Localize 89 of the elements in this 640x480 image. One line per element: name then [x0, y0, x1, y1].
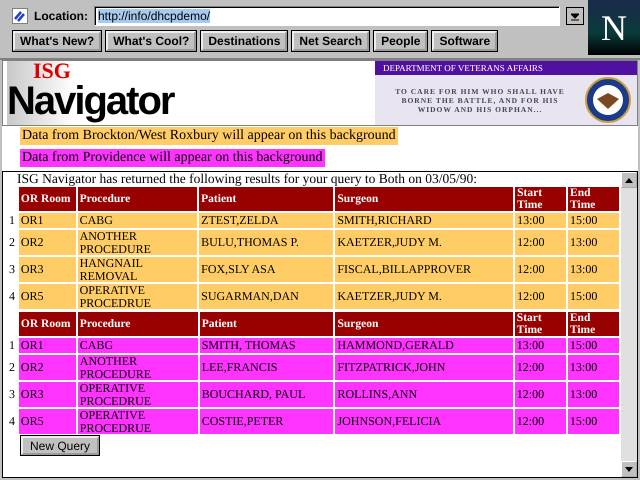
row-number: 4: [9, 413, 16, 430]
table-cell: CABG: [78, 338, 198, 353]
table-cell: FITZPATRICK,JOHN: [335, 355, 513, 380]
table-cell: 12:00: [514, 382, 566, 407]
table-cell: ROLLINS,ANN: [335, 382, 513, 407]
table-cell: SMITH, THOMAS: [200, 338, 334, 353]
table-cell: HANGNAIL REMOVAL: [78, 257, 198, 282]
app-logo: ISG Navigator: [7, 61, 177, 125]
table-cell: KAETZER,JUDY M.: [335, 284, 514, 309]
column-header: Surgeon: [335, 312, 513, 336]
table-cell: 12:00: [514, 355, 566, 380]
table-cell: 15:00: [568, 213, 619, 228]
table-cell: 15:00: [568, 284, 619, 309]
table-cell: OR1: [18, 338, 76, 353]
table-cell: 13:00: [568, 355, 619, 380]
table-cell: FOX,SLY ASA: [199, 257, 334, 282]
table-cell: 15:00: [568, 338, 619, 353]
table-cell: ANOTHER PROCEDURE: [78, 355, 198, 380]
down-arrow-icon[interactable]: [625, 466, 633, 472]
table-cell: OR2: [18, 355, 76, 380]
column-header: End Time: [568, 312, 619, 336]
table-cell: OR2: [18, 230, 76, 255]
table-cell: OR3: [18, 257, 76, 282]
row-number: 4: [9, 288, 16, 305]
directory-button[interactable]: What's New?: [13, 31, 102, 51]
table-cell: JOHNSON,FELICIA: [335, 409, 513, 434]
table-cell: 13:00: [514, 338, 566, 353]
new-query-button[interactable]: New Query: [21, 436, 99, 455]
column-header: Surgeon: [335, 187, 514, 211]
table-cell: BOUCHARD, PAUL: [200, 382, 334, 407]
row-number: 2: [9, 234, 16, 251]
directory-button[interactable]: Software: [432, 31, 498, 51]
row-number: 1: [9, 338, 16, 353]
table-cell: 12:00: [515, 257, 566, 282]
column-header: Procedure: [78, 187, 198, 211]
results-intro: ISG Navigator has returned the following results for your query to Both on 03/05/90:: [17, 172, 478, 186]
legend-text: Data from Providence will appear on this background: [20, 149, 325, 167]
table-cell: LEE,FRANCIS: [200, 355, 334, 380]
table-cell: 13:00: [515, 213, 566, 228]
column-header: Patient: [200, 312, 334, 336]
link-icon[interactable]: [12, 8, 28, 24]
location-field[interactable]: http://info/dhcpdemo/: [94, 6, 560, 26]
table-cell: 13:00: [568, 382, 619, 407]
column-header: Procedure: [78, 312, 198, 336]
row-number: 2: [9, 359, 16, 376]
table-cell: 15:00: [568, 409, 619, 434]
legend-text: Data from Brockton/West Roxbury will appear on this background: [20, 127, 398, 145]
table-cell: ANOTHER PROCEDURE: [78, 230, 198, 255]
browser-logo: N: [588, 0, 640, 55]
table-cell: OR5: [18, 284, 76, 309]
table-cell: 12:00: [514, 409, 566, 434]
location-label: Location:: [34, 9, 88, 23]
table-cell: OR1: [18, 213, 76, 228]
row-number: 1: [9, 213, 16, 228]
table-cell: HAMMOND,GERALD: [335, 338, 513, 353]
up-arrow-icon[interactable]: [625, 178, 633, 182]
table-cell: OPERATIVE PROCEDRUE: [78, 284, 198, 309]
table-cell: OPERATIVE PROCEDRUE: [78, 409, 198, 434]
table-cell: ZTEST,ZELDA: [199, 213, 334, 228]
directory-button[interactable]: People: [374, 31, 428, 51]
directory-button[interactable]: Destinations: [201, 31, 288, 51]
row-number: 3: [9, 261, 16, 278]
directory-button[interactable]: Net Search: [292, 31, 370, 51]
table-cell: SMITH,RICHARD: [335, 213, 514, 228]
dropdown-button[interactable]: [566, 7, 584, 25]
directory-button[interactable]: What's Cool?: [106, 31, 196, 51]
scrollbar[interactable]: [621, 172, 637, 477]
table-cell: FISCAL,BILLAPPROVER: [335, 257, 514, 282]
column-header: OR Room: [18, 312, 76, 336]
table-cell: KAETZER,JUDY M.: [335, 230, 514, 255]
table-cell: COSTIE,PETER: [200, 409, 334, 434]
row-number: 3: [9, 386, 16, 403]
table-cell: BULU,THOMAS P.: [199, 230, 334, 255]
seal-icon: [585, 77, 631, 123]
table-cell: CABG: [78, 213, 198, 228]
table-cell: OR3: [18, 382, 76, 407]
down-arrow-icon: [571, 12, 579, 20]
column-header: OR Room: [18, 187, 76, 211]
column-header: Patient: [199, 187, 334, 211]
table-cell: 12:00: [515, 284, 566, 309]
table-cell: SUGARMAN,DAN: [199, 284, 334, 309]
table-cell: 13:00: [568, 257, 619, 282]
table-cell: 12:00: [515, 230, 566, 255]
table-cell: OR5: [18, 409, 76, 434]
column-header: Start Time: [514, 312, 566, 336]
column-header: End Time: [568, 187, 619, 211]
column-header: Start Time: [515, 187, 566, 211]
table-cell: OPERATIVE PROCEDRUE: [78, 382, 198, 407]
table-cell: 13:00: [568, 230, 619, 255]
